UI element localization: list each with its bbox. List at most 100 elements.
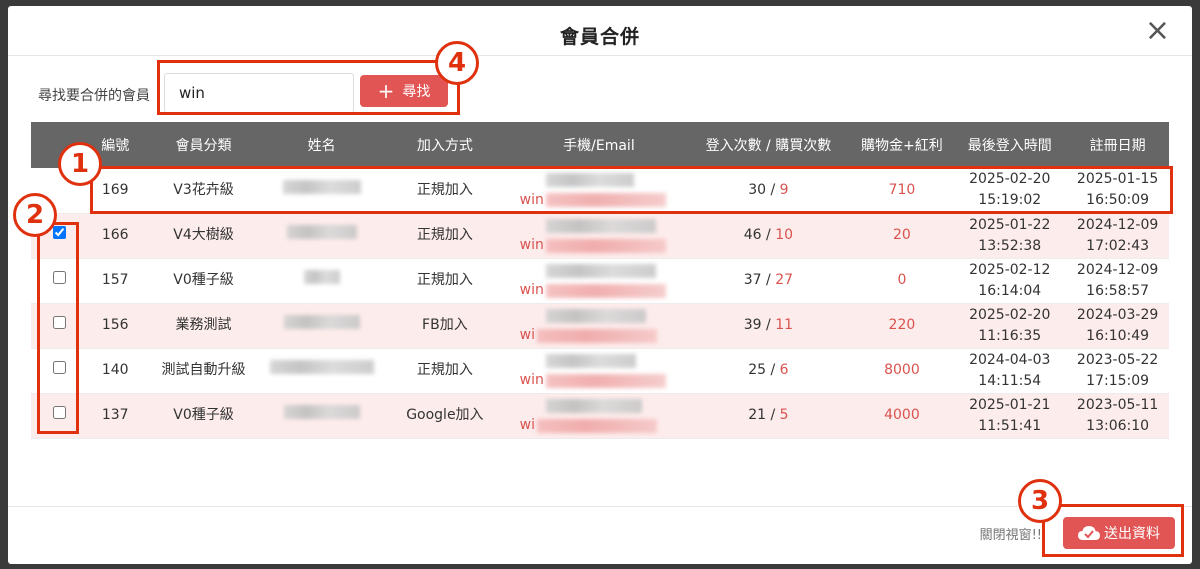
row-name bbox=[265, 258, 379, 304]
login-count: 25 bbox=[748, 362, 767, 378]
purchase-count: 11 bbox=[775, 317, 794, 333]
row-id: 157 bbox=[88, 258, 142, 304]
purchase-count: 5 bbox=[779, 407, 789, 423]
row-join-method: Google加入 bbox=[378, 393, 512, 439]
login-count: 21 bbox=[748, 407, 767, 423]
row-category: V0種子級 bbox=[141, 258, 266, 304]
count-separator: / bbox=[761, 317, 776, 333]
last-login-date: 2025-01-21 bbox=[969, 396, 1051, 413]
count-separator: / bbox=[766, 362, 780, 378]
annotation-box-1 bbox=[90, 166, 1173, 214]
table-header-row: 編號 會員分類 姓名 加入方式 手機/Email 登入次數 / 購買次數 購物金… bbox=[31, 122, 1169, 168]
row-last-login: 2025-02-20 11:16:35 bbox=[953, 303, 1067, 349]
blurred-name bbox=[286, 225, 357, 239]
count-separator: / bbox=[761, 227, 776, 243]
table-row[interactable]: 156 業務測試 FB加入 wi 39 / 11 220 2025-02-20 1… bbox=[31, 303, 1169, 349]
row-reg-date: 2024-03-29 16:10:49 bbox=[1066, 303, 1169, 349]
annotation-box-3 bbox=[1042, 504, 1184, 557]
last-login-time: 16:14:04 bbox=[978, 282, 1042, 299]
table-row[interactable]: 137 V0種子級 Google加入 wi 21 / 5 4000 2025-0… bbox=[31, 393, 1169, 439]
row-name bbox=[265, 393, 379, 439]
row-last-login: 2025-01-21 11:51:41 bbox=[953, 393, 1067, 439]
header-contact: 手機/Email bbox=[511, 122, 687, 168]
header-last-login: 最後登入時間 bbox=[953, 122, 1067, 168]
modal-title: 會員合併 bbox=[559, 26, 640, 48]
row-points: 8000 bbox=[850, 348, 954, 394]
blurred-email bbox=[545, 238, 666, 253]
row-name bbox=[265, 303, 379, 349]
row-name bbox=[265, 213, 379, 259]
email-prefix: wi bbox=[519, 417, 535, 433]
row-contact: win bbox=[511, 348, 687, 394]
blurred-email bbox=[545, 283, 666, 298]
table-row[interactable]: 157 V0種子級 正規加入 win 37 / 27 0 2025-02-12 1… bbox=[31, 258, 1169, 304]
header-join-method: 加入方式 bbox=[378, 122, 512, 168]
blurred-phone bbox=[545, 263, 656, 278]
reg-time: 17:15:09 bbox=[1086, 372, 1150, 389]
reg-time: 16:58:57 bbox=[1086, 282, 1150, 299]
row-points: 0 bbox=[850, 258, 954, 304]
email-prefix: win bbox=[519, 282, 544, 298]
last-login-date: 2025-01-22 bbox=[969, 216, 1051, 233]
row-id: 166 bbox=[88, 213, 142, 259]
row-counts: 39 / 11 bbox=[686, 303, 851, 349]
header-points: 購物金+紅利 bbox=[850, 122, 954, 168]
row-category: V4大樹級 bbox=[141, 213, 266, 259]
row-reg-date: 2023-05-22 17:15:09 bbox=[1066, 348, 1169, 394]
close-window-link[interactable]: 關閉視窗!! bbox=[980, 524, 1042, 543]
blurred-phone bbox=[545, 353, 636, 368]
row-points: 20 bbox=[850, 213, 954, 259]
blurred-name bbox=[303, 270, 340, 284]
purchase-count: 27 bbox=[775, 272, 794, 288]
annotation-marker-4: 4 bbox=[435, 41, 479, 85]
row-name bbox=[265, 348, 379, 394]
annotation-marker-1: 1 bbox=[58, 142, 102, 186]
login-count: 39 bbox=[743, 317, 762, 333]
row-id: 137 bbox=[88, 393, 142, 439]
row-points: 220 bbox=[850, 303, 954, 349]
reg-date: 2024-12-09 bbox=[1076, 216, 1159, 233]
row-last-login: 2025-01-22 13:52:38 bbox=[953, 213, 1067, 259]
row-reg-date: 2024-12-09 16:58:57 bbox=[1066, 258, 1169, 304]
row-id: 140 bbox=[88, 348, 142, 394]
blurred-phone bbox=[545, 398, 642, 413]
blurred-email bbox=[536, 418, 657, 433]
close-icon[interactable]: × bbox=[1145, 16, 1170, 46]
last-login-time: 11:16:35 bbox=[978, 327, 1042, 344]
reg-date: 2024-12-09 bbox=[1076, 261, 1159, 278]
row-counts: 37 / 27 bbox=[686, 258, 851, 304]
row-join-method: FB加入 bbox=[378, 303, 512, 349]
login-count: 37 bbox=[743, 272, 762, 288]
row-id: 156 bbox=[88, 303, 142, 349]
last-login-time: 13:52:38 bbox=[978, 237, 1042, 254]
blurred-phone bbox=[545, 308, 646, 323]
blurred-name bbox=[283, 405, 360, 419]
reg-time: 13:06:10 bbox=[1086, 417, 1150, 434]
purchase-count: 6 bbox=[779, 362, 789, 378]
row-contact: win bbox=[511, 258, 687, 304]
row-reg-date: 2024-12-09 17:02:43 bbox=[1066, 213, 1169, 259]
reg-date: 2023-05-22 bbox=[1076, 351, 1159, 368]
row-join-method: 正規加入 bbox=[378, 213, 512, 259]
last-login-time: 11:51:41 bbox=[978, 417, 1042, 434]
count-separator: / bbox=[766, 407, 780, 423]
email-prefix: win bbox=[519, 237, 544, 253]
reg-time: 17:02:43 bbox=[1086, 237, 1150, 254]
annotation-box-2 bbox=[37, 222, 79, 434]
last-login-date: 2025-02-12 bbox=[969, 261, 1051, 278]
row-contact: win bbox=[511, 213, 687, 259]
blurred-name bbox=[269, 360, 374, 374]
row-category: 測試自動升級 bbox=[141, 348, 266, 394]
annotation-marker-2: 2 bbox=[13, 193, 57, 237]
purchase-count: 10 bbox=[775, 227, 794, 243]
header-reg-date: 註冊日期 bbox=[1066, 122, 1169, 168]
modal-header: 會員合併 × bbox=[8, 6, 1192, 56]
row-counts: 46 / 10 bbox=[686, 213, 851, 259]
login-count: 46 bbox=[743, 227, 762, 243]
last-login-date: 2025-02-20 bbox=[969, 306, 1051, 323]
table-row[interactable]: 166 V4大樹級 正規加入 win 46 / 10 20 2025-01-22… bbox=[31, 213, 1169, 259]
row-contact: wi bbox=[511, 303, 687, 349]
table-row[interactable]: 140 測試自動升級 正規加入 win 25 / 6 8000 2024-04-… bbox=[31, 348, 1169, 394]
reg-date: 2024-03-29 bbox=[1076, 306, 1159, 323]
last-login-time: 14:11:54 bbox=[978, 372, 1042, 389]
